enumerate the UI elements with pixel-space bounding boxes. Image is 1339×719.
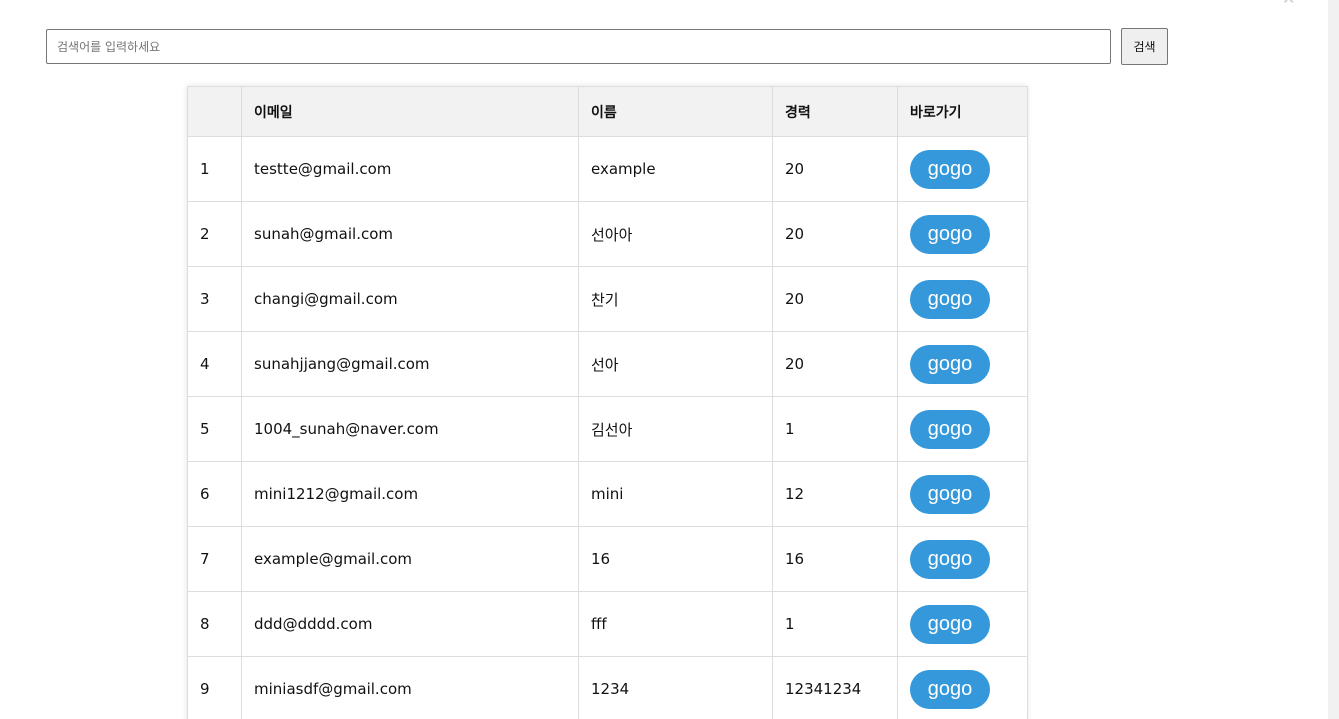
row-email: mini1212@gmail.com [241, 461, 579, 527]
row-action: gogo [897, 266, 1028, 332]
row-name: 김선아 [578, 396, 773, 462]
row-name: 선아아 [578, 201, 773, 267]
gogo-button[interactable]: gogo [910, 279, 990, 319]
table-row: 6 mini1212@gmail.com mini 12 gogo [187, 461, 1028, 527]
row-number: 6 [187, 461, 242, 527]
row-career: 20 [772, 331, 898, 397]
row-email: miniasdf@gmail.com [241, 656, 579, 719]
table-row: 9 miniasdf@gmail.com 1234 12341234 gogo [187, 656, 1028, 719]
gogo-button[interactable]: gogo [910, 344, 990, 384]
row-email: example@gmail.com [241, 526, 579, 592]
header-career: 경력 [772, 86, 898, 137]
table-row: 7 example@gmail.com 16 16 gogo [187, 526, 1028, 592]
search-button[interactable]: 검색 [1121, 28, 1168, 65]
row-career: 1 [772, 591, 898, 657]
row-career: 20 [772, 201, 898, 267]
user-table: 이메일 이름 경력 바로가기 1 testte@gmail.com exampl… [187, 86, 1028, 719]
row-number: 2 [187, 201, 242, 267]
row-action: gogo [897, 656, 1028, 719]
search-input[interactable] [46, 29, 1111, 64]
row-number: 5 [187, 396, 242, 462]
gogo-button[interactable]: gogo [910, 669, 990, 709]
header-shortcut: 바로가기 [897, 86, 1028, 137]
row-name: mini [578, 461, 773, 527]
row-career: 20 [772, 136, 898, 202]
row-number: 8 [187, 591, 242, 657]
row-number: 9 [187, 656, 242, 719]
row-name: fff [578, 591, 773, 657]
row-number: 7 [187, 526, 242, 592]
row-email: ddd@dddd.com [241, 591, 579, 657]
gogo-button[interactable]: gogo [910, 474, 990, 514]
table-row: 8 ddd@dddd.com fff 1 gogo [187, 591, 1028, 657]
row-name: 1234 [578, 656, 773, 719]
row-action: gogo [897, 461, 1028, 527]
row-email: 1004_sunah@naver.com [241, 396, 579, 462]
row-email: changi@gmail.com [241, 266, 579, 332]
row-action: gogo [897, 136, 1028, 202]
row-email: sunah@gmail.com [241, 201, 579, 267]
row-action: gogo [897, 331, 1028, 397]
row-action: gogo [897, 201, 1028, 267]
row-number: 4 [187, 331, 242, 397]
gogo-button[interactable]: gogo [910, 214, 990, 254]
row-career: 12 [772, 461, 898, 527]
header-email: 이메일 [241, 86, 579, 137]
table-row: 5 1004_sunah@naver.com 김선아 1 gogo [187, 396, 1028, 462]
row-career: 12341234 [772, 656, 898, 719]
gogo-button[interactable]: gogo [910, 149, 990, 189]
row-name: 16 [578, 526, 773, 592]
row-action: gogo [897, 396, 1028, 462]
table-row: 4 sunahjjang@gmail.com 선아 20 gogo [187, 331, 1028, 397]
close-icon[interactable]: ✕ [1282, 0, 1295, 7]
row-email: sunahjjang@gmail.com [241, 331, 579, 397]
page: ✕ 검색 이메일 이름 경력 바로가기 [0, 0, 1339, 719]
header-number [187, 86, 242, 137]
row-name: example [578, 136, 773, 202]
row-career: 1 [772, 396, 898, 462]
row-name: 찬기 [578, 266, 773, 332]
gogo-button[interactable]: gogo [910, 539, 990, 579]
scrollbar-track[interactable] [1328, 0, 1339, 719]
row-career: 16 [772, 526, 898, 592]
row-number: 3 [187, 266, 242, 332]
row-action: gogo [897, 526, 1028, 592]
table-header-row: 이메일 이름 경력 바로가기 [187, 86, 1028, 137]
table-row: 1 testte@gmail.com example 20 gogo [187, 136, 1028, 202]
row-action: gogo [897, 591, 1028, 657]
row-career: 20 [772, 266, 898, 332]
gogo-button[interactable]: gogo [910, 604, 990, 644]
row-number: 1 [187, 136, 242, 202]
table-row: 2 sunah@gmail.com 선아아 20 gogo [187, 201, 1028, 267]
row-email: testte@gmail.com [241, 136, 579, 202]
table-row: 3 changi@gmail.com 찬기 20 gogo [187, 266, 1028, 332]
row-name: 선아 [578, 331, 773, 397]
gogo-button[interactable]: gogo [910, 409, 990, 449]
header-name: 이름 [578, 86, 773, 137]
